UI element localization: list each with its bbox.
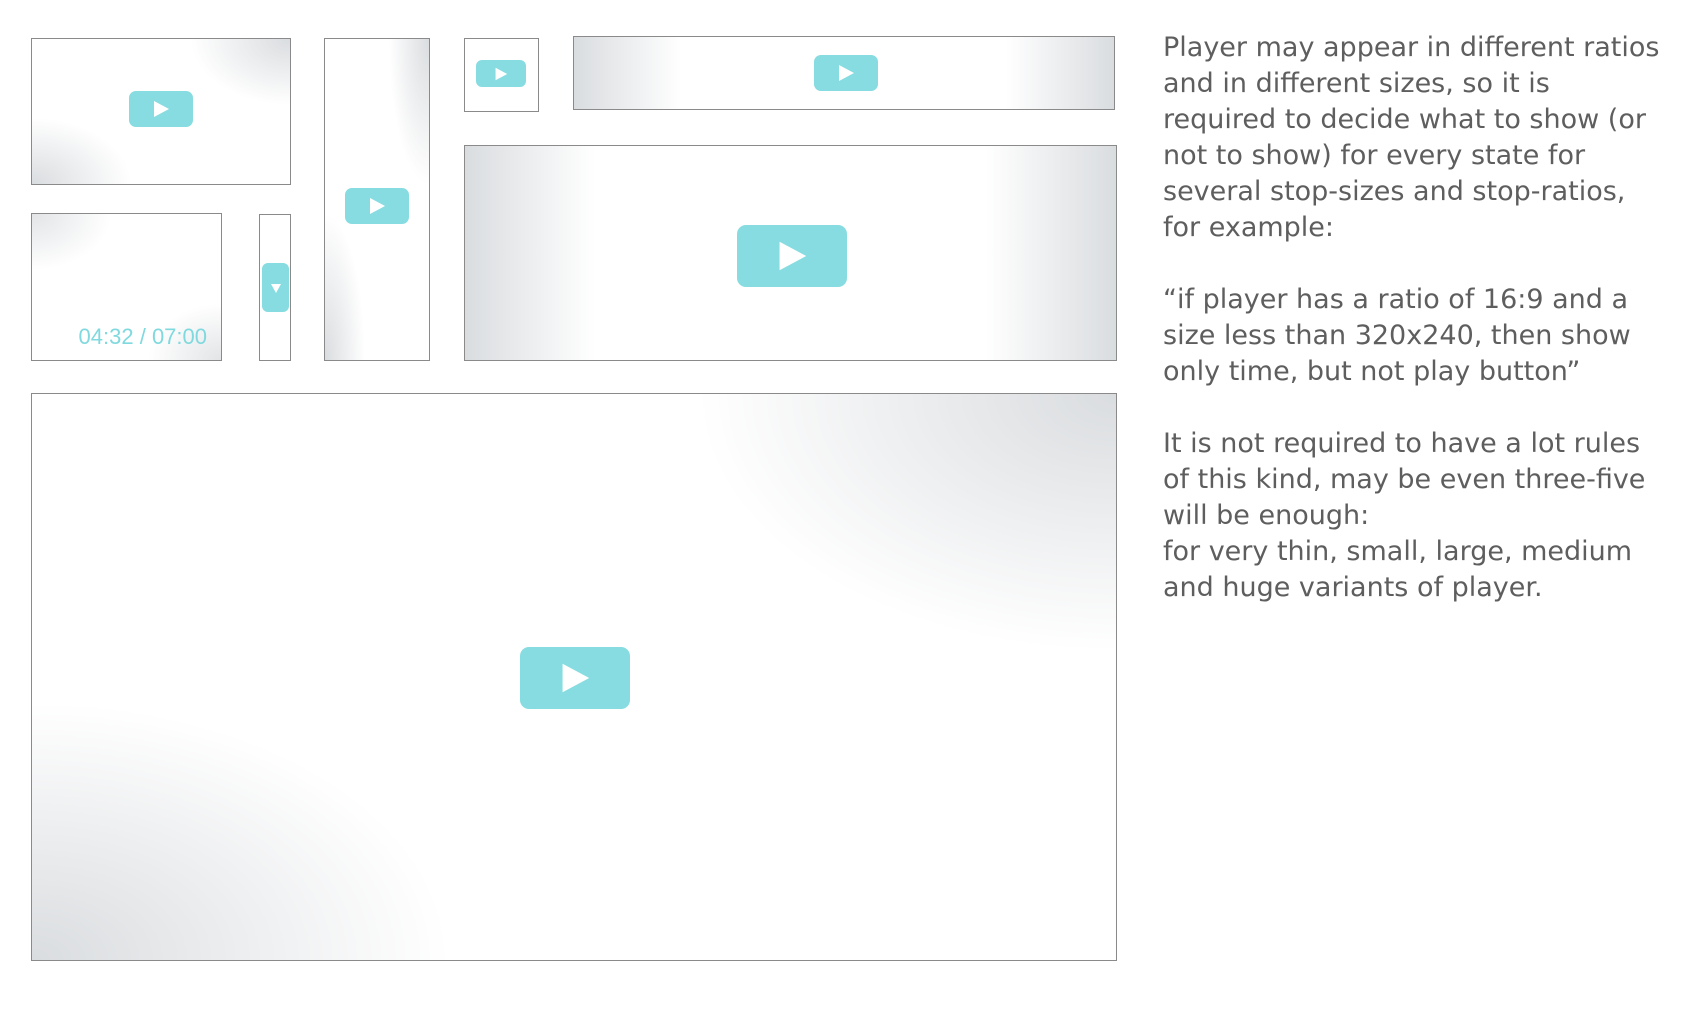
description-example-rule: “if player has a ratio of 16:9 and a siz… [1163, 284, 1631, 387]
play-button[interactable] [814, 55, 878, 91]
player-small-time-only: 04:32 / 07:00 [31, 213, 222, 361]
description: Player may appear in different ratios an… [1163, 30, 1663, 606]
play-icon [495, 67, 508, 80]
player-very-thin [259, 214, 291, 361]
play-button[interactable] [262, 263, 289, 312]
play-icon [839, 65, 854, 81]
description-paragraph: It is not required to have a lot rules o… [1163, 428, 1646, 531]
play-button[interactable] [129, 91, 193, 127]
play-icon [154, 101, 169, 117]
player-medium [464, 145, 1117, 361]
player-huge [31, 393, 1117, 961]
play-button[interactable] [476, 60, 526, 87]
player-wide-thin [573, 36, 1115, 110]
player-small [31, 38, 291, 185]
down-triangle-icon [270, 283, 281, 293]
play-icon [779, 241, 807, 271]
description-paragraph: Player may appear in different ratios an… [1163, 32, 1660, 243]
player-tall [324, 38, 430, 361]
time-display: 04:32 / 07:00 [78, 324, 207, 349]
player-tiny [464, 38, 539, 112]
description-paragraph: for very thin, small, large, medium and … [1163, 536, 1633, 603]
play-button[interactable] [345, 188, 409, 224]
play-button[interactable] [520, 647, 630, 709]
play-icon [370, 198, 385, 214]
play-button[interactable] [737, 225, 847, 287]
play-icon [562, 663, 590, 693]
